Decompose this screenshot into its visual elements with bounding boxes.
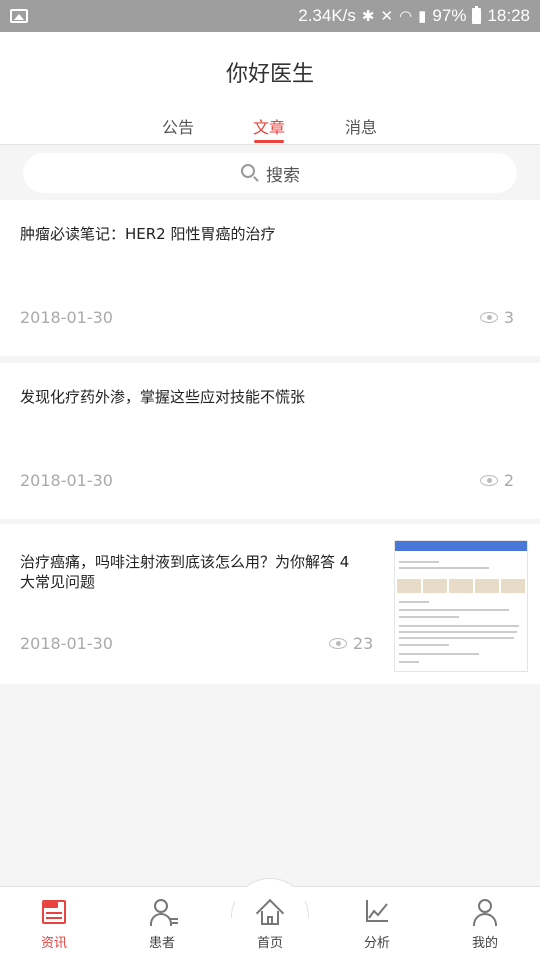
news-icon bbox=[40, 898, 68, 926]
nav-item-home[interactable]: 首页 bbox=[230, 898, 310, 951]
tab-messages[interactable]: 消息 bbox=[331, 114, 391, 138]
bluetooth-icon: ✱ bbox=[361, 8, 375, 25]
nav-item-patients[interactable]: 患者 bbox=[122, 898, 202, 951]
search-placeholder: 搜索 bbox=[266, 165, 300, 186]
tab-announcements[interactable]: 公告 bbox=[148, 114, 208, 138]
article-item[interactable]: 发现化疗药外渗，掌握这些应对技能不慌张 2018-01-30 2 bbox=[0, 363, 540, 519]
eye-icon bbox=[479, 312, 498, 323]
battery-percent: 97% bbox=[432, 6, 467, 25]
nav-item-analysis[interactable]: 分析 bbox=[337, 898, 417, 951]
article-date: 2018-01-30 bbox=[20, 308, 113, 327]
eye-icon bbox=[479, 475, 498, 486]
article-title: 治疗癌痛，吗啡注射液到底该怎么用？为你解答 4 大常见问题 bbox=[20, 552, 380, 592]
profile-icon bbox=[471, 898, 499, 926]
tab-articles[interactable]: 文章 bbox=[239, 114, 299, 138]
article-thumbnail bbox=[394, 540, 528, 672]
view-count-value: 3 bbox=[503, 308, 514, 327]
nav-item-news[interactable]: 资讯 bbox=[14, 898, 94, 951]
nav-label: 分析 bbox=[363, 936, 390, 951]
network-speed: 2.34K/s bbox=[298, 6, 356, 25]
view-count: 2 bbox=[479, 471, 514, 490]
article-date: 2018-01-30 bbox=[20, 471, 113, 490]
article-item[interactable]: 治疗癌痛，吗啡注射液到底该怎么用？为你解答 4 大常见问题 2018-01-30… bbox=[0, 524, 540, 684]
active-tab-indicator bbox=[254, 140, 284, 143]
signal-icon: ▮ bbox=[418, 8, 427, 25]
clock: 18:28 bbox=[487, 6, 530, 25]
article-item[interactable]: 肿瘤必读笔记：HER2 阳性胃癌的治疗 2018-01-30 3 bbox=[0, 200, 540, 356]
nav-label: 患者 bbox=[148, 936, 175, 951]
battery-icon bbox=[472, 6, 482, 24]
article-title: 肿瘤必读笔记：HER2 阳性胃癌的治疗 bbox=[20, 225, 276, 243]
search-icon bbox=[240, 163, 260, 183]
patient-icon bbox=[148, 898, 178, 926]
page-title: 你好医生 bbox=[225, 62, 314, 87]
nav-label: 资讯 bbox=[40, 936, 67, 951]
nav-item-profile[interactable]: 我的 bbox=[445, 898, 525, 951]
article-title: 发现化疗药外渗，掌握这些应对技能不慌张 bbox=[20, 388, 306, 406]
view-count-value: 2 bbox=[503, 471, 514, 490]
search-input[interactable]: 搜索 bbox=[23, 153, 517, 193]
chart-icon bbox=[363, 898, 391, 926]
view-count: 23 bbox=[329, 634, 373, 653]
gallery-notification-icon bbox=[10, 9, 28, 23]
article-title-line: 大常见问题 bbox=[20, 573, 96, 591]
wifi-icon: ◠ bbox=[399, 8, 413, 25]
tab-bar: 公告 文章 消息 bbox=[0, 114, 540, 144]
article-title-line: 治疗癌痛，吗啡注射液到底该怎么用？为你解答 4 bbox=[20, 553, 350, 571]
view-count: 3 bbox=[479, 308, 514, 327]
view-count-value: 23 bbox=[353, 634, 374, 653]
nav-label: 首页 bbox=[256, 936, 283, 951]
mute-icon: ✕ bbox=[380, 8, 394, 25]
home-icon bbox=[255, 898, 285, 928]
header: 你好医生 公告 文章 消息 bbox=[0, 32, 540, 144]
nav-label: 我的 bbox=[471, 936, 498, 951]
article-date: 2018-01-30 bbox=[20, 634, 113, 653]
search-area: 搜索 bbox=[0, 145, 540, 200]
status-bar: 2.34K/s ✱ ✕ ◠ ▮ 97% 18:28 bbox=[0, 0, 540, 32]
eye-icon bbox=[329, 638, 347, 649]
